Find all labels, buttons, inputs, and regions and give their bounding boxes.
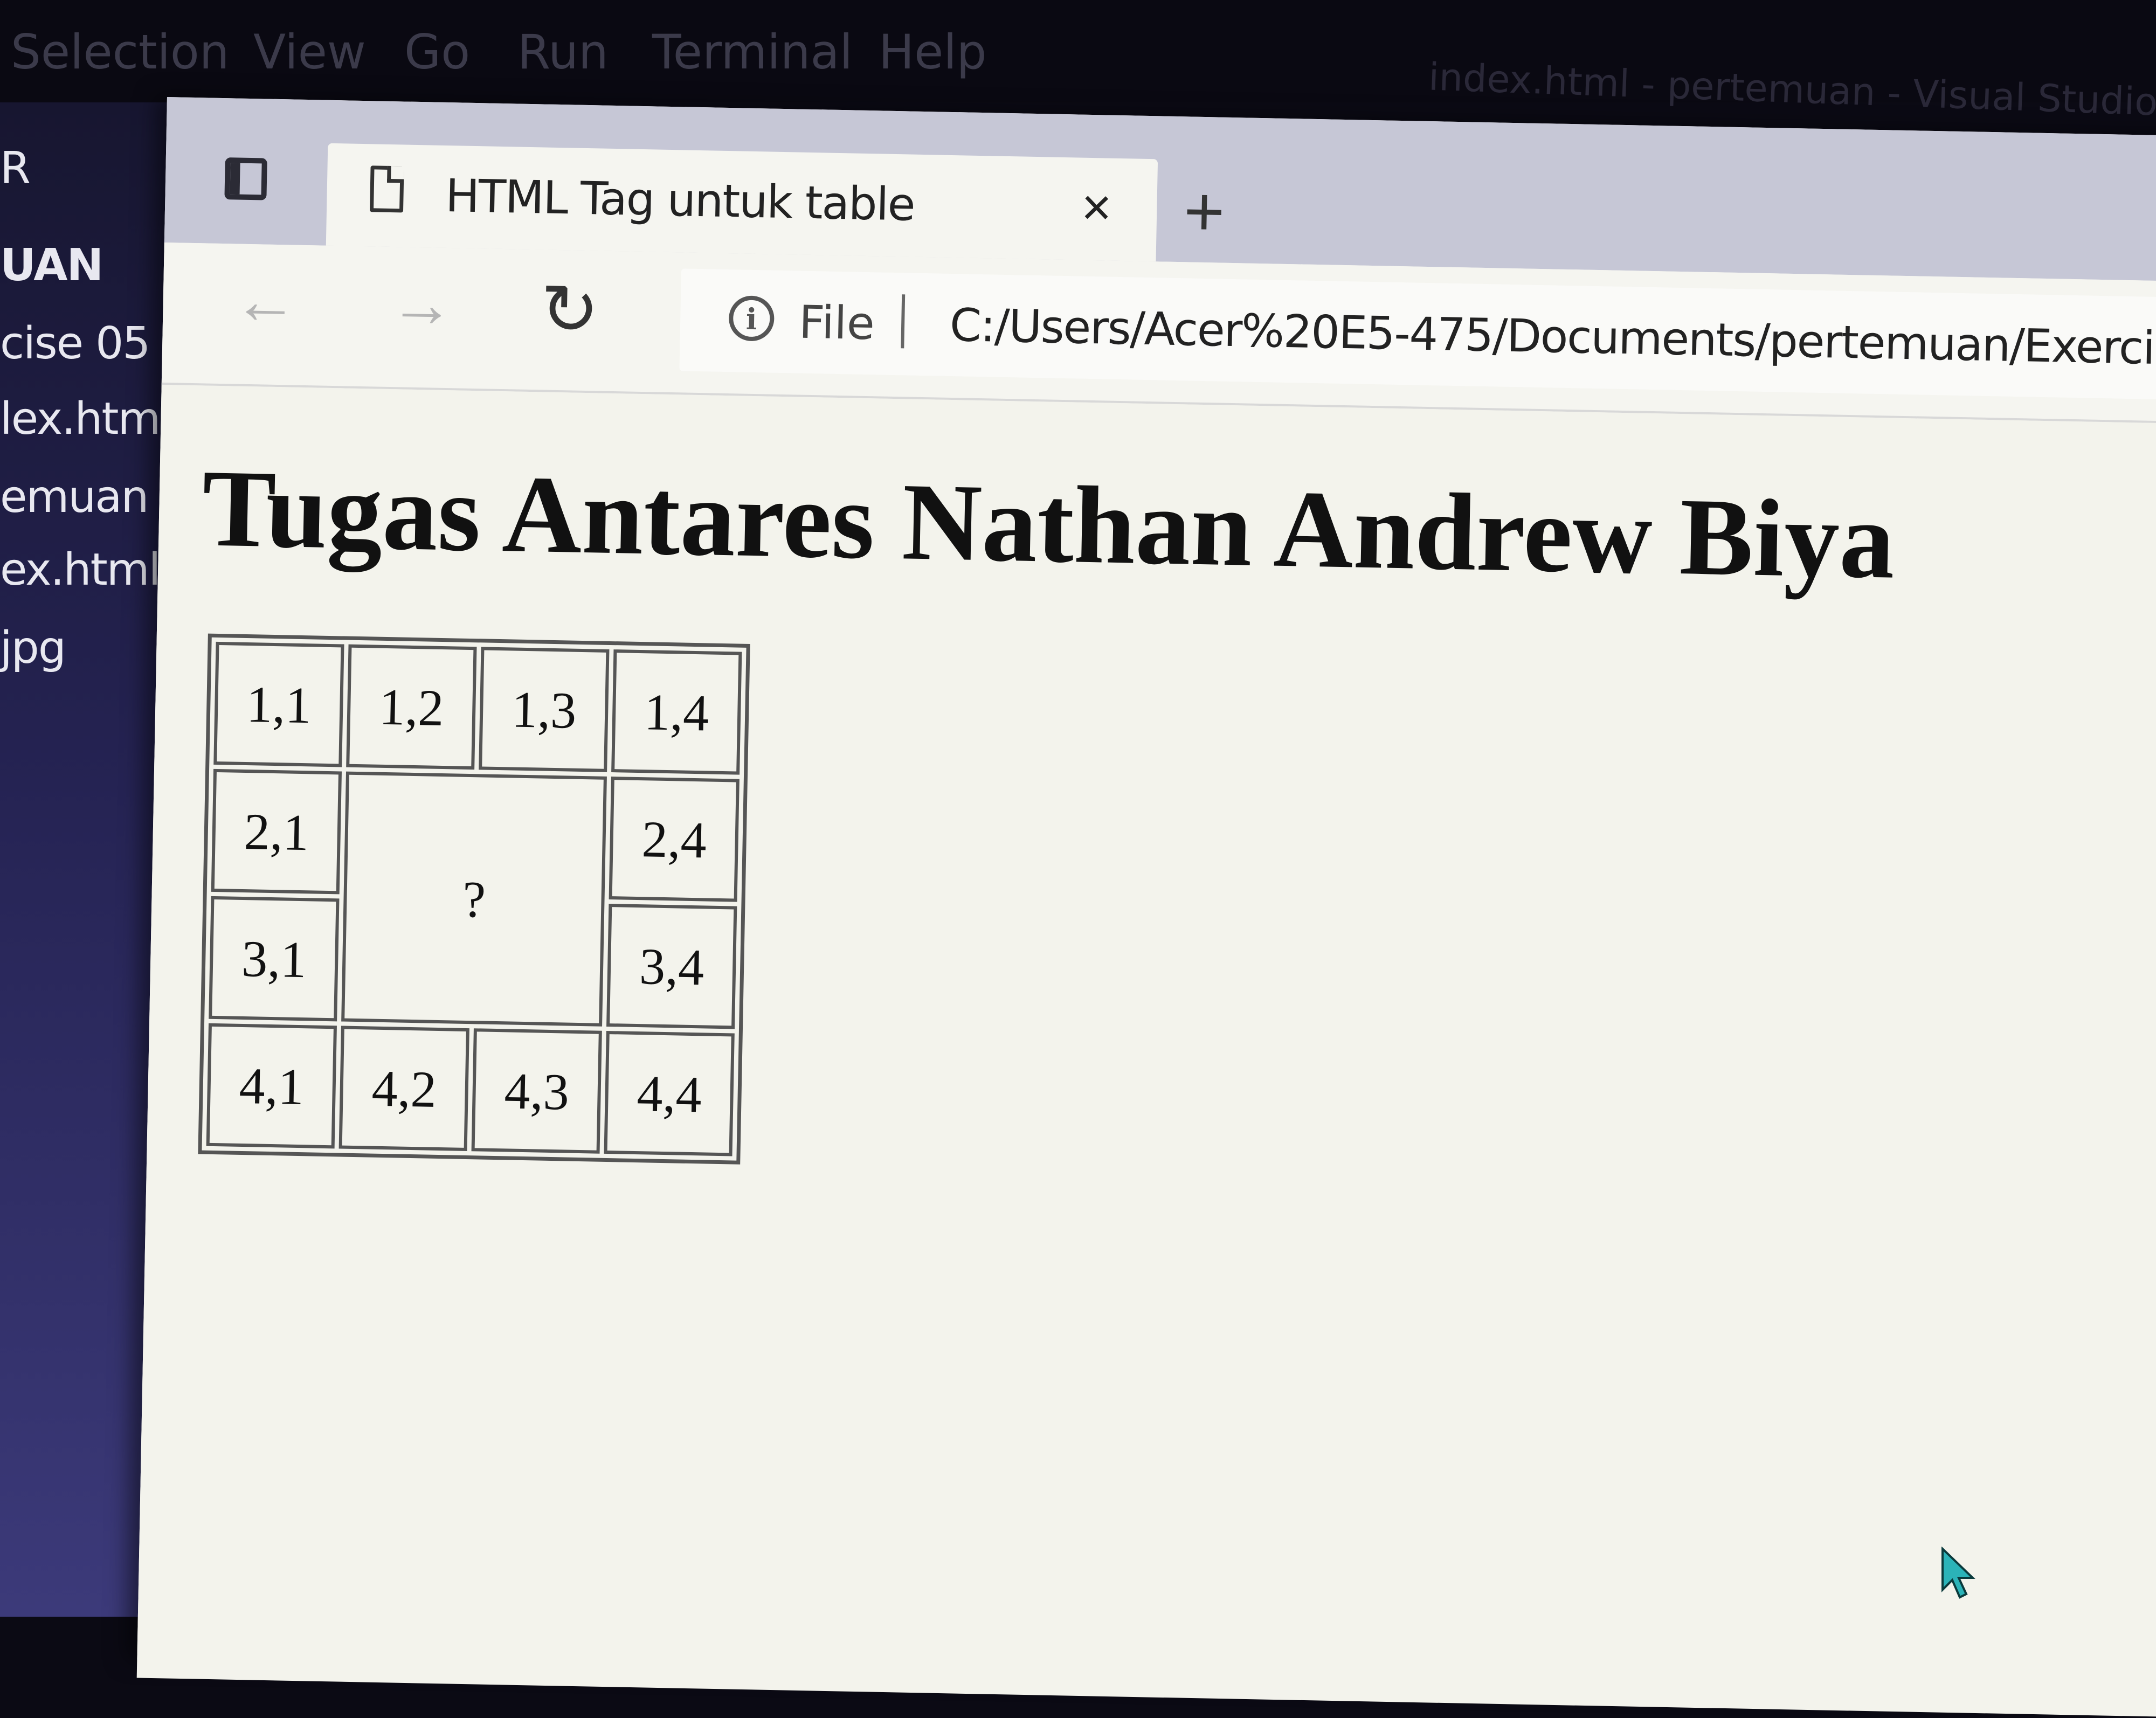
explorer-item[interactable]: cise 05 (0, 318, 150, 369)
new-tab-button[interactable]: + (1183, 171, 1226, 251)
table-cell: 3,1 (209, 896, 340, 1022)
page-icon (369, 165, 404, 213)
mouse-cursor-icon (1941, 1547, 1975, 1599)
table-cell: 4,1 (206, 1023, 337, 1149)
explorer-item[interactable]: R (0, 143, 31, 194)
vscode-window-title: index.html - pertemuan - Visual Studio (1427, 54, 2156, 124)
merged-table-cell: ? (341, 771, 607, 1027)
back-button[interactable]: ← (232, 264, 299, 337)
table-cell: 2,4 (609, 777, 740, 902)
file-scheme-label: File (798, 295, 875, 350)
vscode-menubar: Selection View Go Run Terminal Help inde… (0, 0, 2156, 124)
table-cell: 1,1 (213, 641, 344, 767)
menu-selection[interactable]: Selection (11, 24, 230, 80)
explorer-item[interactable]: emuan (0, 472, 149, 523)
explorer-folder[interactable]: UAN (0, 240, 103, 291)
table-cell: 2,1 (211, 768, 342, 895)
menu-go[interactable]: Go (404, 24, 470, 80)
address-separator (901, 294, 906, 349)
menu-view[interactable]: View (253, 24, 366, 80)
table-cell: 4,3 (471, 1028, 602, 1154)
tab-actions-icon[interactable] (219, 152, 274, 207)
page-heading: Tugas Antares Nathan Andrew Biya (201, 447, 1896, 602)
table-cell: 1,3 (479, 647, 610, 772)
explorer-item[interactable]: lex.html (0, 393, 172, 445)
reload-button[interactable]: ↻ (540, 269, 600, 349)
data-table: 1,1 1,2 1,3 1,4 2,1 ? 2,4 3,1 3,4 4,1 4,… (198, 633, 750, 1165)
browser-window: HTML Tag untuk table × + ← → ↻ i File C:… (136, 97, 2156, 1717)
explorer-item[interactable]: jpg (0, 622, 66, 674)
address-bar[interactable]: i File C:/Users/Acer%20E5-475/Documents/… (679, 268, 2156, 401)
table-row: 2,1 ? 2,4 (211, 768, 740, 1027)
page-content: Tugas Antares Nathan Andrew Biya 1,1 1,2… (136, 384, 2156, 1717)
table-row: 1,1 1,2 1,3 1,4 (213, 641, 742, 775)
close-icon[interactable]: × (1081, 178, 1112, 237)
url-input[interactable]: C:/Users/Acer%20E5-475/Documents/pertemu… (949, 299, 2156, 376)
menu-terminal[interactable]: Terminal (652, 24, 853, 80)
browser-tab[interactable]: HTML Tag untuk table × (326, 143, 1158, 262)
table-row: 4,1 4,2 4,3 4,4 (206, 1023, 735, 1156)
explorer-item[interactable]: ex.html (0, 544, 161, 595)
table-cell: 3,4 (606, 904, 737, 1029)
tab-title: HTML Tag untuk table (445, 169, 915, 231)
info-icon[interactable]: i (728, 295, 775, 342)
menu-help[interactable]: Help (879, 24, 987, 80)
forward-button[interactable]: → (389, 267, 455, 341)
table-cell: 1,2 (346, 644, 477, 770)
menu-run[interactable]: Run (517, 24, 609, 80)
table-cell: 4,2 (338, 1026, 469, 1152)
table-cell: 4,4 (604, 1030, 735, 1156)
table-cell: 1,4 (611, 649, 742, 775)
